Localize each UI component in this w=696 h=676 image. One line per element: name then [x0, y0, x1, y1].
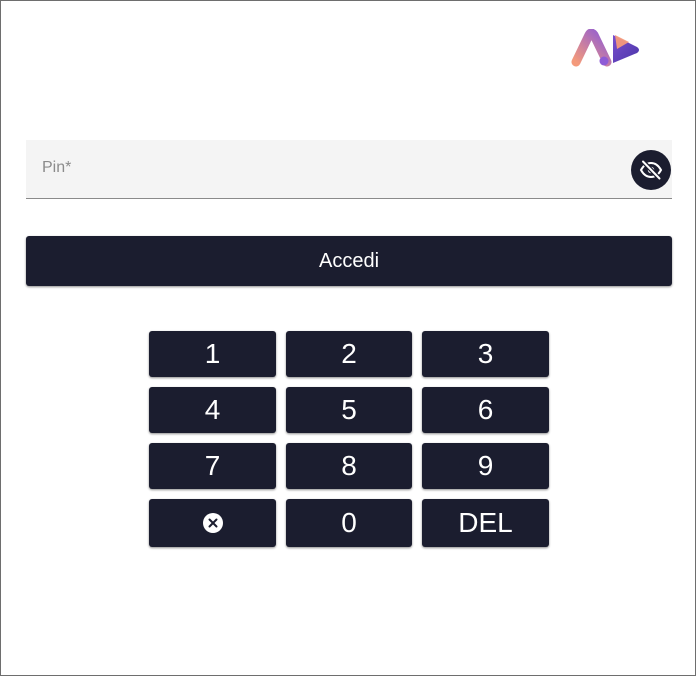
- key-1[interactable]: 1: [149, 331, 276, 377]
- key-0[interactable]: 0: [286, 499, 412, 547]
- toggle-pin-visibility-button[interactable]: [631, 150, 671, 190]
- numeric-keypad: 1 2 3 4 5 6 7 8 9 0 DEL: [149, 331, 549, 547]
- pin-input[interactable]: Pin*: [26, 140, 672, 199]
- eye-off-icon: [639, 159, 663, 181]
- key-3[interactable]: 3: [422, 331, 549, 377]
- key-6[interactable]: 6: [422, 387, 549, 433]
- brand-logo-icon: [571, 29, 639, 67]
- clear-button[interactable]: [149, 499, 276, 547]
- login-screen: Pin* Accedi 1 2 3 4 5 6 7 8 9 0 DEL: [0, 0, 696, 676]
- delete-button[interactable]: DEL: [422, 499, 549, 547]
- key-7[interactable]: 7: [149, 443, 276, 489]
- key-8[interactable]: 8: [286, 443, 412, 489]
- key-5[interactable]: 5: [286, 387, 412, 433]
- login-button[interactable]: Accedi: [26, 236, 672, 286]
- clear-circle-icon: [202, 513, 223, 533]
- key-9[interactable]: 9: [422, 443, 549, 489]
- pin-label: Pin*: [42, 159, 72, 176]
- key-4[interactable]: 4: [149, 387, 276, 433]
- key-2[interactable]: 2: [286, 331, 412, 377]
